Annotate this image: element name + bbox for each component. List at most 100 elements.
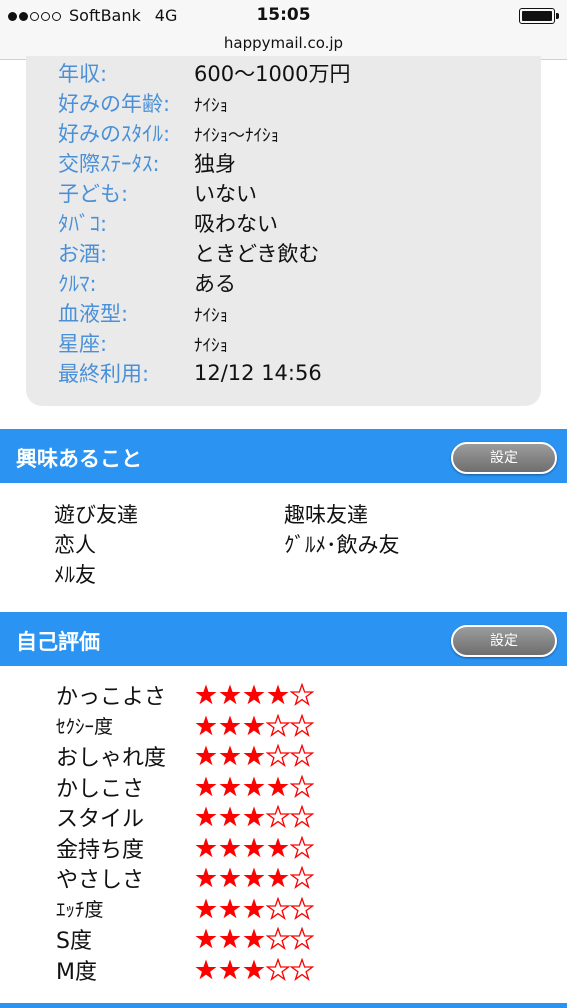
- rating-label: かっこよさ: [56, 685, 167, 710]
- star-empty-icon: [266, 896, 290, 920]
- profile-value: 12/12 14:56: [194, 361, 322, 385]
- profile-row: ﾀﾊﾞｺ: 吸わない: [58, 208, 278, 238]
- interest-item: 恋人: [54, 533, 96, 557]
- rating-stars: [194, 805, 314, 829]
- rating-label: ｾｸｼｰ度: [56, 716, 114, 738]
- star-filled-icon: [219, 776, 241, 796]
- rating-label: やさしさ: [56, 868, 145, 893]
- bottom-divider: [0, 1003, 567, 1008]
- profile-label: 子ども:: [58, 182, 129, 206]
- rating-stars: [194, 744, 314, 768]
- status-bar: SoftBank 4G 15:05: [0, 0, 567, 30]
- star-filled-icon: [243, 684, 265, 705]
- self-rating-title: 自己評価: [16, 630, 100, 654]
- star-filled-icon: [243, 745, 265, 766]
- star-filled-icon: [195, 898, 217, 918]
- rating-label: M度: [56, 959, 97, 985]
- star-empty-icon: [266, 713, 290, 737]
- star-filled-icon: [195, 745, 217, 766]
- rating-row: M度: [56, 955, 314, 985]
- star-filled-icon: [219, 867, 241, 888]
- profile-row: 好みの年齢: ﾅｲｼｮ: [58, 88, 228, 118]
- rating-row: やさしさ: [56, 863, 314, 893]
- star-filled-icon: [195, 715, 217, 735]
- profile-label: ｸﾙﾏ:: [58, 272, 97, 296]
- star-filled-icon: [267, 837, 289, 857]
- rating-row: かっこよさ: [56, 680, 314, 710]
- star-filled-icon: [195, 776, 217, 796]
- profile-row: 好みのｽﾀｲﾙ: ﾅｲｼｮ〜ﾅｲｼｮ: [58, 118, 279, 148]
- profile-value: ある: [194, 272, 236, 296]
- star-empty-icon: [290, 683, 314, 706]
- profile-value: いない: [194, 182, 257, 206]
- star-filled-icon: [195, 867, 217, 888]
- profile-label: 星座:: [58, 332, 108, 356]
- star-filled-icon: [219, 745, 241, 766]
- status-time: 15:05: [256, 5, 311, 25]
- interest-item: 趣味友達: [284, 503, 368, 527]
- rating-stars: [194, 713, 314, 738]
- profile-row: お酒: ときどき飲む: [58, 238, 319, 268]
- star-filled-icon: [243, 806, 265, 827]
- rating-stars: [194, 927, 314, 951]
- profile-row: 年収: 600〜1000万円: [58, 58, 351, 88]
- star-filled-icon: [267, 867, 289, 888]
- star-filled-icon: [195, 928, 217, 949]
- star-filled-icon: [243, 776, 265, 796]
- star-filled-icon: [219, 837, 241, 857]
- profile-value: 吸わない: [194, 212, 278, 236]
- rating-label: S度: [56, 929, 92, 954]
- star-empty-icon: [266, 744, 290, 767]
- profile-label: 年収:: [58, 62, 108, 86]
- rating-label: ｴｯﾁ度: [56, 899, 104, 921]
- star-empty-icon: [290, 835, 314, 859]
- profile-label: 最終利用:: [58, 362, 150, 386]
- profile-label: お酒:: [58, 242, 108, 266]
- rating-row: スタイル: [56, 802, 314, 832]
- star-filled-icon: [243, 959, 265, 979]
- rating-stars: [194, 683, 314, 707]
- profile-row: 星座: ﾅｲｼｮ: [58, 328, 228, 358]
- profile-value: 600〜1000万円: [194, 62, 351, 86]
- star-filled-icon: [195, 806, 217, 827]
- profile-label: 血液型:: [58, 302, 129, 326]
- rating-row: おしゃれ度: [56, 741, 314, 771]
- interests-settings-button[interactable]: 設定: [451, 442, 557, 474]
- rating-row: かしこさ: [56, 772, 314, 802]
- self-rating-settings-button[interactable]: 設定: [451, 625, 557, 657]
- star-empty-icon: [290, 805, 314, 828]
- star-filled-icon: [195, 959, 217, 979]
- interest-item: ﾒﾙ友: [54, 563, 96, 587]
- profile-label: ﾀﾊﾞｺ:: [58, 212, 108, 236]
- profile-value: 独身: [194, 152, 236, 176]
- rating-label: スタイル: [56, 807, 145, 832]
- profile-row: ｸﾙﾏ: ある: [58, 268, 236, 298]
- star-filled-icon: [219, 806, 241, 827]
- star-empty-icon: [290, 927, 314, 950]
- star-empty-icon: [290, 744, 314, 767]
- battery-level: [522, 11, 552, 21]
- profile-value: ﾅｲｼｮ: [194, 335, 228, 356]
- star-filled-icon: [243, 715, 265, 735]
- star-filled-icon: [219, 684, 241, 705]
- profile-row: 交際ｽﾃｰﾀｽ: 独身: [58, 148, 236, 178]
- profile-value: ﾅｲｼｮ: [194, 95, 228, 116]
- star-empty-icon: [266, 957, 290, 981]
- star-filled-icon: [267, 776, 289, 796]
- star-empty-icon: [266, 805, 290, 828]
- star-empty-icon: [290, 957, 314, 981]
- profile-value: ﾅｲｼｮ〜ﾅｲｼｮ: [194, 125, 279, 146]
- profile-details-card: 年収: 600〜1000万円 好みの年齢: ﾅｲｼｮ 好みのｽﾀｲﾙ: ﾅｲｼｮ〜ﾅｲｼｮ…: [26, 56, 541, 406]
- star-empty-icon: [290, 866, 314, 889]
- star-empty-icon: [266, 927, 290, 950]
- interest-item: ｸﾞﾙﾒ･飲み友: [284, 533, 400, 557]
- star-empty-icon: [290, 774, 314, 798]
- profile-label: 交際ｽﾃｰﾀｽ:: [58, 152, 160, 176]
- profile-value: ときどき飲む: [194, 242, 320, 266]
- profile-row: 子ども: いない: [58, 178, 257, 208]
- star-filled-icon: [219, 715, 241, 735]
- rating-row: 金持ち度: [56, 833, 314, 863]
- star-filled-icon: [243, 867, 265, 888]
- profile-row: 血液型: ﾅｲｼｮ: [58, 298, 228, 328]
- star-filled-icon: [219, 959, 241, 979]
